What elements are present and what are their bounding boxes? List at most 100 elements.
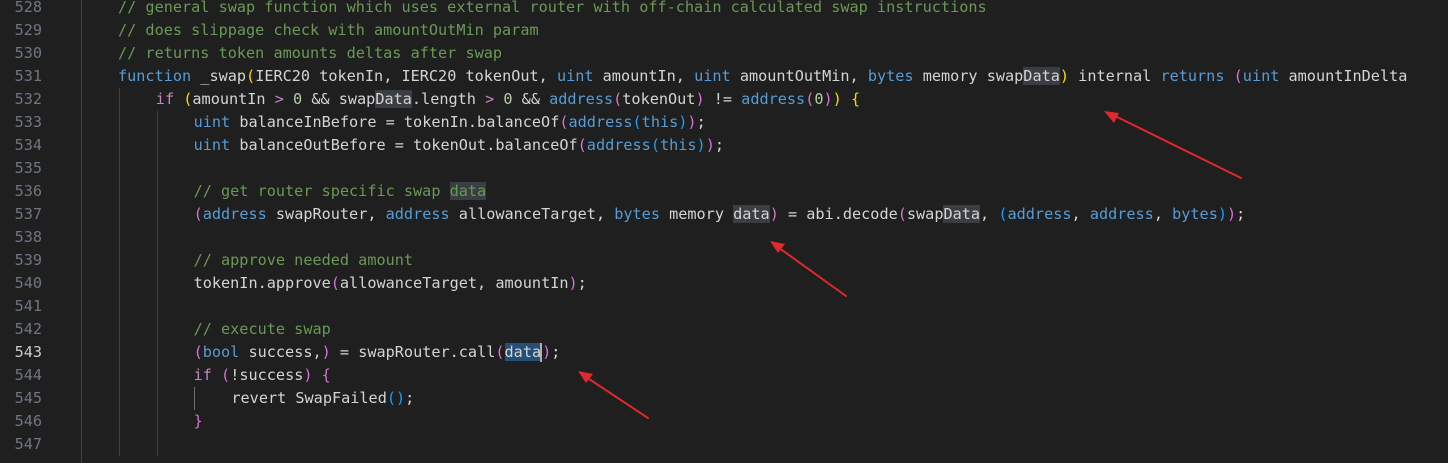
code-token: // does slippage check with amountOutMin… — [118, 21, 539, 39]
line-number[interactable]: 538 — [0, 226, 42, 249]
code-token: ) — [1227, 205, 1237, 223]
line-number[interactable]: 543 — [0, 341, 42, 364]
line-number[interactable]: 544 — [0, 364, 42, 387]
code-token: ; — [714, 136, 725, 154]
line-number[interactable]: 540 — [0, 272, 42, 295]
line-number[interactable]: 541 — [0, 295, 42, 318]
line-number[interactable]: 529 — [0, 19, 42, 42]
line-number[interactable]: 533 — [0, 111, 42, 134]
code-line[interactable]: function _swap(IERC20 tokenIn, IERC20 to… — [118, 65, 1407, 88]
code-token: address — [568, 113, 633, 131]
code-line[interactable]: // does slippage check with amountOutMin… — [118, 19, 539, 42]
code-token: ( — [805, 90, 815, 108]
line-number[interactable]: 537 — [0, 203, 42, 226]
code-line[interactable]: } — [194, 410, 203, 433]
indent-guide — [156, 111, 158, 456]
code-line[interactable]: // execute swap — [194, 318, 331, 341]
code-token: amountInDelta — [1279, 67, 1408, 85]
code-token: uint — [694, 67, 731, 85]
code-token: // general swap function which uses exte… — [118, 0, 987, 16]
code-token: ) — [1059, 67, 1070, 85]
code-token: ) — [823, 90, 833, 108]
line-number[interactable]: 536 — [0, 180, 42, 203]
code-token: swapRouter, — [266, 205, 386, 223]
line-number[interactable]: 531 — [0, 65, 42, 88]
code-line[interactable]: if (!success) { — [194, 364, 331, 387]
code-token: amountIn — [192, 90, 275, 108]
code-line[interactable]: // general swap function which uses exte… — [118, 0, 987, 19]
code-token: // approve needed amount — [193, 251, 414, 269]
code-token: { — [321, 366, 331, 384]
code-token: ) — [696, 136, 706, 154]
code-token: if — [193, 366, 212, 384]
code-token: ( — [897, 205, 907, 223]
code-token: ( — [193, 205, 203, 223]
code-token: address — [385, 205, 450, 223]
code-token: address — [1089, 205, 1154, 223]
code-token: _swap — [191, 67, 247, 85]
line-number[interactable]: 539 — [0, 249, 42, 272]
code-token: ( — [386, 389, 396, 407]
code-token: bool — [202, 343, 240, 361]
line-number-gutter[interactable]: 528 529 530 531 532 533 534 535 536 537 538 539 540 5… — [0, 0, 80, 463]
code-line[interactable]: tokenIn.approve(allowanceTarget, amountI… — [194, 272, 587, 295]
code-token: && — [512, 90, 550, 108]
code-line[interactable]: (bool success,) = swapRouter.call(data); — [194, 341, 560, 364]
code-token: ) — [769, 205, 779, 223]
code-token: Data — [375, 90, 412, 108]
code-token: > — [485, 90, 495, 108]
code-token: internal — [1069, 67, 1161, 85]
line-number[interactable]: 534 — [0, 134, 42, 157]
line-number[interactable]: 542 — [0, 318, 42, 341]
code-token: bytes — [1172, 205, 1218, 223]
code-line[interactable]: uint balanceOutBefore = tokenOut.balance… — [194, 134, 724, 157]
indent-guide — [194, 387, 196, 410]
line-number[interactable]: 535 — [0, 157, 42, 180]
code-token: ) — [705, 136, 715, 154]
code-token: address — [549, 90, 614, 108]
code-token: // execute swap — [193, 320, 331, 338]
code-token: ) — [568, 274, 578, 292]
code-token: ( — [559, 113, 569, 131]
code-token: success, — [239, 343, 322, 361]
code-token: > — [274, 90, 284, 108]
code-line[interactable]: revert SwapFailed(); — [231, 387, 414, 410]
code-line[interactable]: if (amountIn > 0 && swapData.length > 0 … — [156, 88, 860, 111]
code-token: bytes — [614, 205, 660, 223]
line-number[interactable]: 530 — [0, 42, 42, 65]
code-area[interactable]: // general swap function which uses exte… — [80, 0, 1448, 463]
code-line[interactable]: uint balanceInBefore = tokenIn.balanceOf… — [194, 111, 706, 134]
code-token: ( — [613, 90, 623, 108]
line-number[interactable]: 532 — [0, 88, 42, 111]
code-line[interactable]: // approve needed amount — [194, 249, 413, 272]
code-token: tokenIn.approve — [193, 274, 331, 292]
code-token: address — [586, 136, 651, 154]
code-token: ( — [632, 113, 642, 131]
code-token: this — [641, 113, 679, 131]
code-token: address — [202, 205, 267, 223]
code-token: allowanceTarget, — [449, 205, 615, 223]
code-token: ) — [542, 343, 552, 361]
code-token: ; — [1236, 205, 1246, 223]
code-line[interactable]: // get router specific swap data — [194, 180, 487, 203]
code-token: uint — [1242, 67, 1280, 85]
code-token: 0 — [814, 90, 824, 108]
code-token: ( — [246, 67, 256, 85]
line-number[interactable]: 546 — [0, 410, 42, 433]
line-number[interactable]: 545 — [0, 387, 42, 410]
code-token: ( — [1233, 67, 1243, 85]
code-token: bytes — [867, 67, 914, 85]
code-token: ( — [998, 205, 1008, 223]
code-token: amountOutMin, — [730, 67, 868, 85]
code-token: ) — [396, 389, 406, 407]
code-line[interactable]: (address swapRouter, address allowanceTa… — [193, 203, 1246, 226]
line-number[interactable]: 547 — [0, 433, 42, 456]
line-number[interactable]: 528 — [0, 0, 42, 19]
code-line[interactable]: // returns token amounts deltas after sw… — [118, 42, 502, 65]
code-editor[interactable]: 528 529 530 531 532 533 534 535 536 537 538 539 540 5… — [0, 0, 1448, 463]
code-token: balanceOutBefore = tokenOut.balanceOf — [230, 136, 578, 154]
